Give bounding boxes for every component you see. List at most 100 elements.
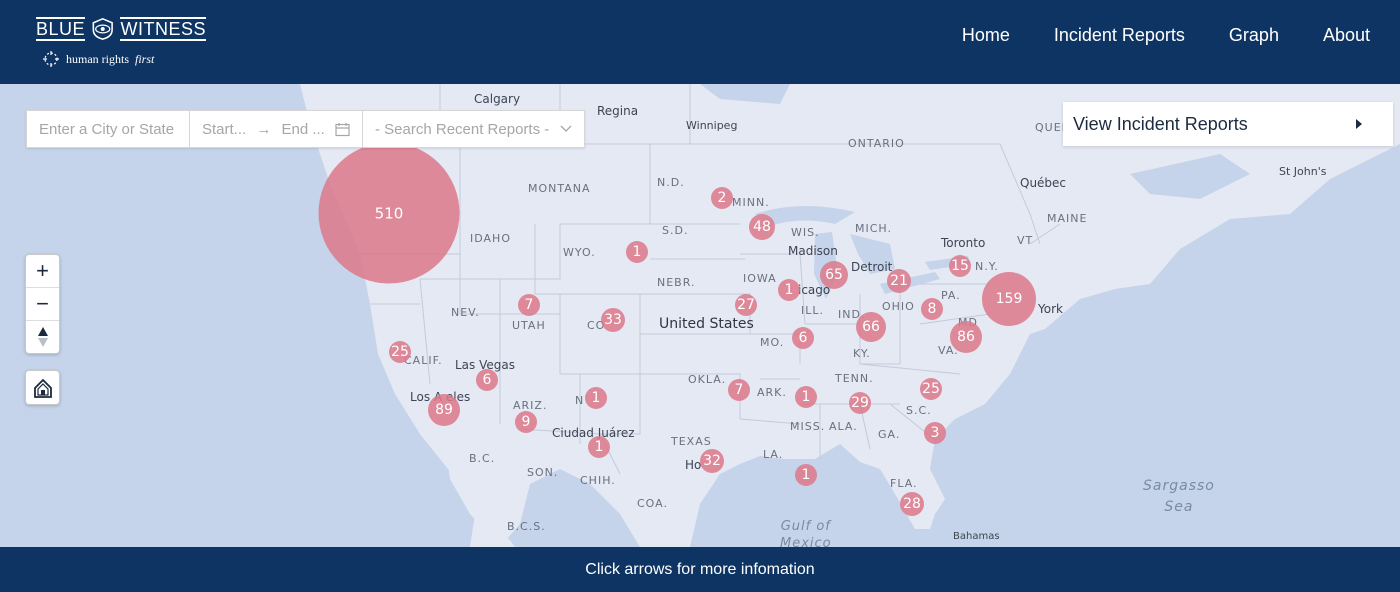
label-ontario: ONTARIO: [848, 137, 905, 150]
label-ohio: OHIO: [882, 300, 915, 313]
label-gulf-of-mexico: Gulf of Mexico: [780, 519, 832, 547]
cluster-marker-oklahoma[interactable]: 7: [728, 379, 750, 401]
label-miss: MISS.: [790, 420, 826, 433]
label-okla: OKLA.: [688, 373, 727, 386]
cluster-marker-colorado[interactable]: 33: [601, 308, 625, 332]
label-sd: S.D.: [662, 224, 689, 237]
nav-graph[interactable]: Graph: [1229, 25, 1279, 46]
label-quebec: Québec: [1020, 176, 1067, 190]
label-houston: Ho: [685, 458, 702, 472]
logo-blue-text: BLUE: [36, 17, 86, 41]
cluster-marker-arkansas[interactable]: 1: [795, 386, 817, 408]
cluster-marker-florida[interactable]: 28: [900, 492, 924, 516]
label-utah: UTAH: [512, 319, 546, 332]
cluster-marker-el-paso[interactable]: 1: [588, 436, 610, 458]
cluster-marker-indiana[interactable]: 66: [856, 312, 886, 342]
zoom-in-button[interactable]: +: [26, 255, 59, 288]
end-date-field[interactable]: End ...: [281, 121, 324, 138]
zoom-out-button[interactable]: −: [26, 288, 59, 321]
cluster-marker-san-francisco[interactable]: 25: [389, 341, 411, 363]
label-sc: S.C.: [906, 404, 932, 417]
cluster-marker-detroit[interactable]: 21: [887, 269, 911, 293]
label-nev: NEV.: [451, 306, 480, 319]
cluster-marker-virginia[interactable]: 86: [950, 321, 982, 353]
start-date-field[interactable]: Start...: [202, 121, 246, 138]
cluster-marker-los-angeles[interactable]: 89: [428, 394, 460, 426]
compass-reset-button[interactable]: [26, 321, 59, 353]
label-ark: ARK.: [757, 386, 787, 399]
cluster-marker-arizona[interactable]: 9: [515, 411, 537, 433]
logo-subtitle: human rights first: [42, 50, 206, 68]
cluster-marker-pennsylvania[interactable]: 8: [921, 298, 943, 320]
label-bc: B.C.: [469, 452, 496, 465]
label-united-states: United States: [659, 316, 754, 332]
cluster-marker-houston[interactable]: 32: [700, 449, 724, 473]
label-madison: Madison: [788, 244, 838, 258]
cluster-marker-las-vegas[interactable]: 6: [476, 369, 498, 391]
city-state-input[interactable]: Enter a City or State: [27, 111, 190, 147]
label-ariz: ARIZ.: [513, 399, 548, 412]
cluster-marker-missouri[interactable]: 6: [792, 327, 814, 349]
label-texas: TEXAS: [671, 435, 712, 448]
cluster-marker-wyoming[interactable]: 1: [626, 241, 648, 263]
label-coa: COA.: [637, 497, 668, 510]
nav-home[interactable]: Home: [962, 25, 1010, 46]
date-range-input[interactable]: Start... → End ...: [190, 111, 363, 147]
view-incident-reports-button[interactable]: View Incident Reports: [1063, 102, 1393, 146]
label-nebr: NEBR.: [657, 276, 696, 289]
cluster-marker-chicago[interactable]: 65: [820, 261, 848, 289]
label-new-york: York: [1038, 302, 1063, 316]
logo-sub-italic: first: [135, 51, 155, 66]
label-wis: WIS.: [791, 226, 820, 239]
cluster-marker-illinois[interactable]: 1: [778, 279, 800, 301]
label-tenn: TENN.: [835, 372, 874, 385]
compass-icon: [43, 51, 59, 67]
cluster-marker-utah[interactable]: 7: [518, 294, 540, 316]
cluster-marker-new-mexico[interactable]: 1: [585, 387, 607, 409]
eye-badge-icon: [92, 17, 113, 40]
incident-map[interactable]: Calgary Regina Winnipeg ONTARIO QUEBEC M…: [0, 84, 1400, 547]
info-footer-bar: Click arrows for more infomation: [0, 547, 1400, 592]
label-bcs: B.C.S.: [507, 520, 546, 533]
cluster-marker-new-york[interactable]: 159: [982, 272, 1036, 326]
blue-witness-logo[interactable]: BLUE WITNESS human rights first: [36, 14, 206, 74]
nav-about[interactable]: About: [1323, 25, 1370, 46]
label-minn: MINN.: [732, 196, 770, 209]
calendar-icon[interactable]: [335, 122, 350, 137]
arrow-right-icon: →: [256, 120, 272, 138]
nav-incident-reports[interactable]: Incident Reports: [1054, 25, 1185, 46]
logo-sub-text: human rights: [66, 51, 129, 66]
chevron-down-icon: [560, 125, 572, 132]
label-mo: MO.: [760, 336, 785, 349]
label-chih: CHIH.: [580, 474, 616, 487]
logo-witness-text: WITNESS: [120, 17, 206, 41]
label-ala: ALA.: [829, 420, 858, 433]
cluster-marker-west[interactable]: 510: [318, 142, 460, 284]
map-zoom-controls: + −: [25, 254, 60, 354]
label-bahamas: Bahamas: [953, 531, 1000, 542]
search-filter-bar: Enter a City or State Start... → End ...…: [26, 110, 585, 148]
label-ky: KY.: [853, 347, 871, 360]
view-incident-reports-label: View Incident Reports: [1073, 113, 1248, 134]
label-son: SON.: [527, 466, 559, 479]
cluster-marker-wisconsin[interactable]: 48: [749, 214, 775, 240]
cluster-marker-mn-north[interactable]: 2: [711, 187, 733, 209]
cluster-marker-north-carolina[interactable]: 25: [920, 378, 942, 400]
recent-reports-label: - Search Recent Reports -: [375, 120, 550, 138]
cluster-marker-new-orleans[interactable]: 1: [795, 464, 817, 486]
recent-reports-select[interactable]: - Search Recent Reports -: [363, 111, 584, 147]
label-nm: N: [575, 394, 585, 407]
cluster-marker-south-carolina[interactable]: 3: [924, 422, 946, 444]
home-extent-button[interactable]: [25, 370, 60, 405]
label-ga: GA.: [878, 428, 901, 441]
label-toronto: Toronto: [941, 236, 986, 250]
cluster-marker-georgia[interactable]: 29: [849, 392, 871, 414]
home-icon: [33, 378, 52, 398]
label-ny: N.Y.: [975, 260, 999, 273]
cluster-marker-upstate-ny[interactable]: 15: [949, 255, 971, 277]
label-ill: ILL.: [801, 304, 824, 317]
label-regina: Regina: [597, 104, 639, 118]
label-pa: PA.: [941, 289, 961, 302]
label-calgary: Calgary: [474, 92, 521, 106]
cluster-marker-iowa[interactable]: 27: [735, 294, 757, 316]
